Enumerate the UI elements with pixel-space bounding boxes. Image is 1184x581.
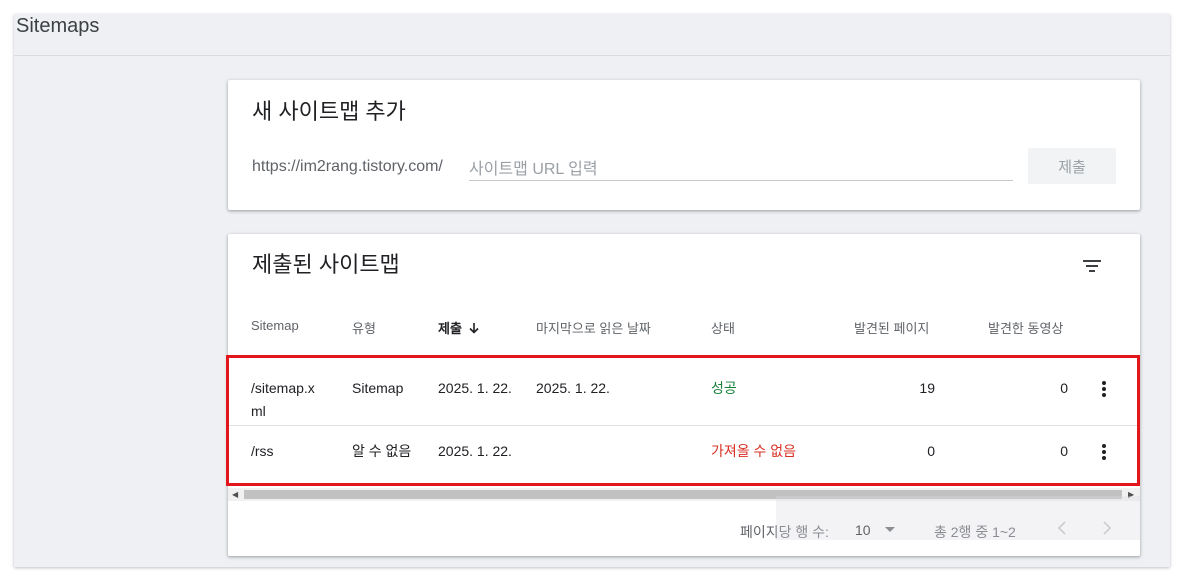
cell-sitemap-line: /sitemap.x	[251, 380, 315, 396]
cell-videos: 0	[1060, 380, 1068, 396]
cell-type: 알 수 없음	[352, 443, 412, 459]
column-header-sitemap[interactable]: Sitemap	[251, 318, 299, 333]
filter-list-icon[interactable]	[1078, 252, 1106, 280]
column-header-last-read[interactable]: 마지막으로 읽은 날짜	[536, 318, 651, 337]
watermark-overlay	[776, 496, 1140, 540]
cell-sitemap-line: ml	[251, 403, 266, 419]
column-header-pages[interactable]: 발견된 페이지	[854, 318, 929, 337]
cell-type: Sitemap	[352, 380, 404, 396]
sitemaps-page: Sitemaps 새 사이트맵 추가 https://im2rang.tisto…	[14, 14, 1170, 567]
column-header-submitted[interactable]: 제출	[438, 318, 480, 337]
sitemap-url-input[interactable]	[469, 155, 1013, 181]
column-header-type[interactable]: 유형	[352, 318, 376, 337]
header-divider	[14, 55, 1170, 56]
submitted-sitemaps-title: 제출된 사이트맵	[252, 252, 400, 277]
add-sitemap-title: 새 사이트맵 추가	[252, 99, 406, 124]
column-header-videos[interactable]: 발견한 동영상	[988, 318, 1063, 337]
cell-pages: 19	[919, 380, 935, 396]
cell-videos: 0	[1060, 443, 1068, 459]
cell-pages: 0	[927, 443, 935, 459]
cell-sitemap: /sitemap.x ml	[251, 377, 315, 423]
cell-last-read: 2025. 1. 22.	[536, 380, 610, 396]
submit-button[interactable]: 제출	[1028, 148, 1116, 184]
more-vert-icon[interactable]	[1094, 379, 1114, 399]
add-sitemap-card: 새 사이트맵 추가 https://im2rang.tistory.com/ 제…	[228, 80, 1140, 210]
more-vert-icon[interactable]	[1094, 442, 1114, 462]
scroll-left-icon[interactable]: ◀	[232, 490, 238, 499]
table-row[interactable]: /sitemap.x ml Sitemap 2025. 1. 22. 2025.…	[228, 358, 1140, 426]
column-header-status[interactable]: 상태	[711, 318, 735, 337]
cell-status: 성공	[711, 380, 737, 396]
cell-sitemap: /rss	[251, 443, 274, 459]
table-row[interactable]: /rss 알 수 없음 2025. 1. 22. 가져올 수 없음 0 0	[228, 427, 1140, 485]
url-prefix: https://im2rang.tistory.com/	[252, 158, 443, 175]
cell-submitted: 2025. 1. 22.	[438, 443, 512, 459]
column-header-submitted-label: 제출	[438, 321, 462, 336]
page-title: Sitemaps	[16, 15, 100, 37]
cell-submitted: 2025. 1. 22.	[438, 380, 512, 396]
arrow-down-icon	[468, 322, 480, 337]
cell-status: 가져올 수 없음	[711, 443, 797, 459]
